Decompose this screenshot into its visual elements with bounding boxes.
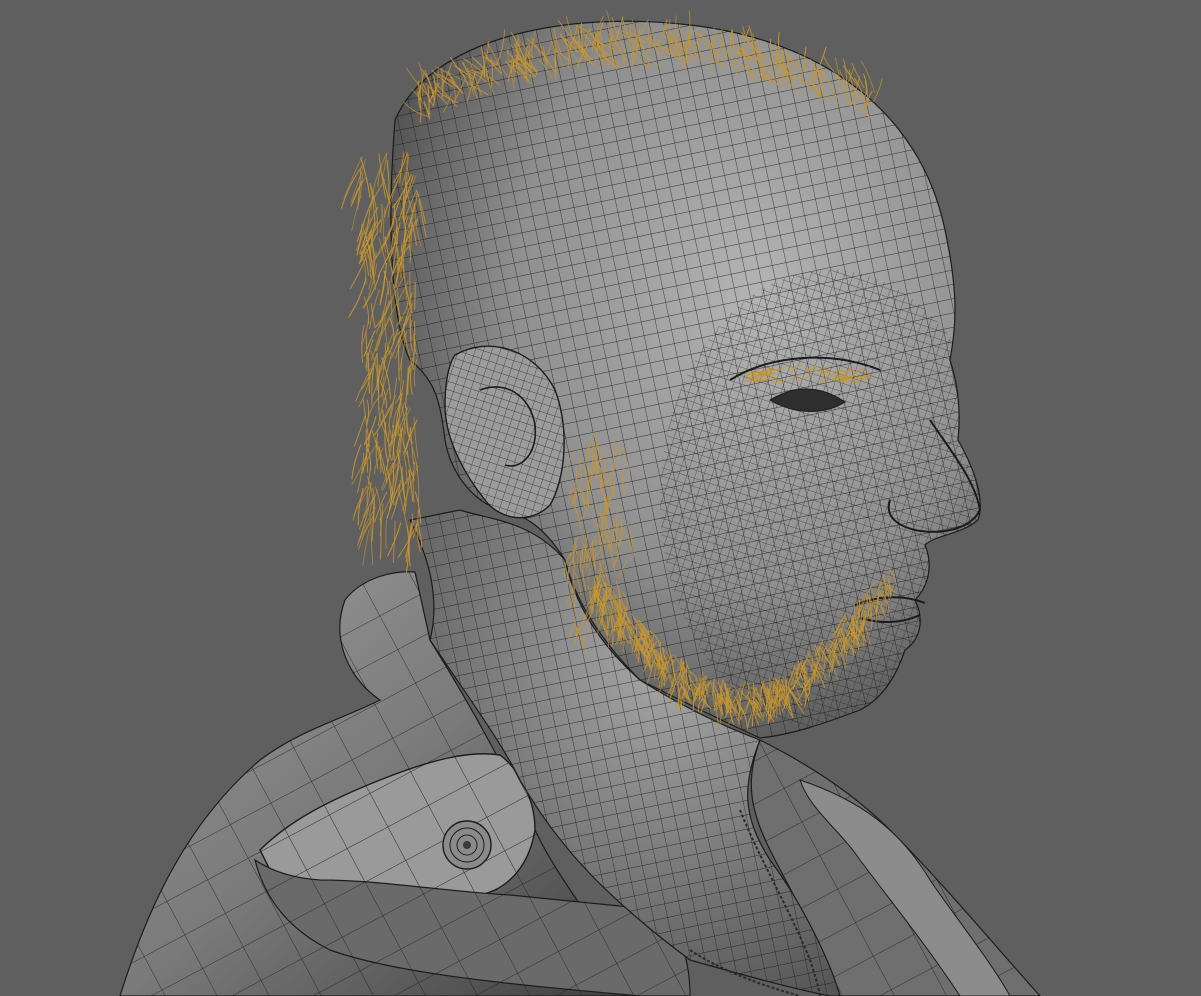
hair-strand (370, 517, 374, 566)
hair-strand (409, 427, 415, 465)
hair-strand (412, 462, 416, 503)
hair-strand (373, 447, 384, 475)
hair-strand (409, 368, 413, 395)
hair-strand (862, 73, 867, 96)
hair-strand (358, 362, 374, 408)
hair-strand (860, 60, 875, 93)
button-icon (442, 820, 492, 870)
3d-viewport[interactable] (0, 0, 1201, 996)
hair-strand (402, 450, 408, 484)
hair-strand (811, 655, 814, 670)
hair-strand (361, 324, 365, 364)
hair-strand (377, 364, 380, 411)
hair-strand (353, 416, 366, 447)
hair-strand (351, 444, 362, 480)
hair-strand (379, 270, 386, 304)
hair-strand (351, 454, 368, 486)
hair-strand (347, 277, 367, 318)
hair-strand (409, 271, 411, 307)
hair-strand (872, 78, 883, 103)
hair-strand (392, 520, 396, 563)
hair-strand (379, 203, 383, 233)
hair-strand (384, 421, 389, 464)
hair-strand (398, 338, 400, 381)
wireframe-model (119, 9, 1041, 996)
hair-strand (385, 519, 387, 550)
hair-strand (362, 206, 379, 247)
